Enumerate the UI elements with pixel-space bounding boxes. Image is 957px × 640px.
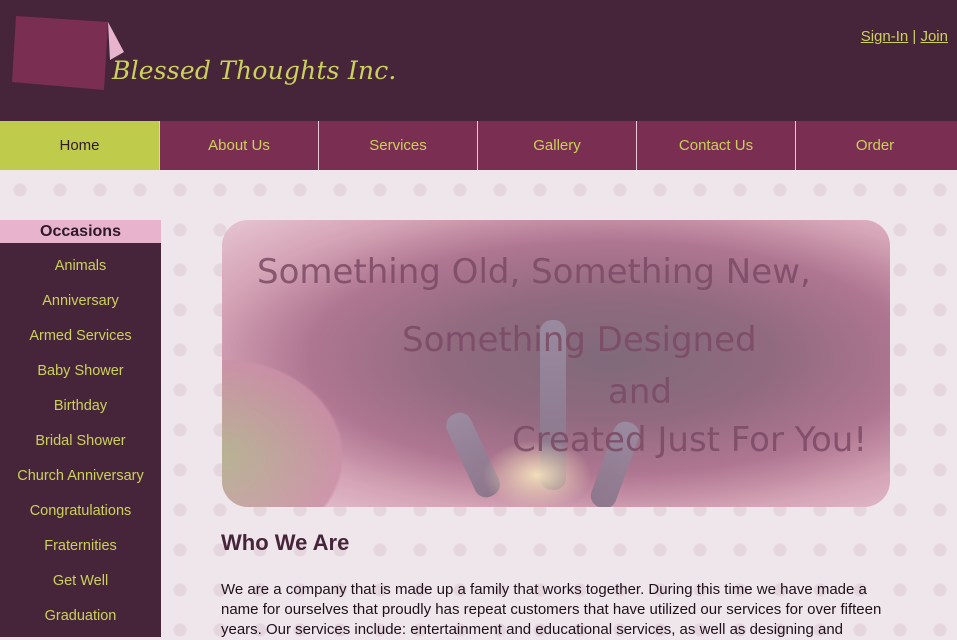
nav-contact-us[interactable]: Contact Us: [636, 121, 795, 170]
sidebar-item-bridal-shower[interactable]: Bridal Shower: [0, 424, 161, 459]
sidebar-item-graduation[interactable]: Graduation: [0, 599, 161, 634]
sidebar-item-church-anniversary[interactable]: Church Anniversary: [0, 459, 161, 494]
sidebar-item-animals[interactable]: Animals: [0, 249, 161, 284]
nav-order[interactable]: Order: [795, 121, 954, 170]
sign-in-link[interactable]: Sign-In: [861, 28, 909, 45]
occasions-heading: Occasions: [0, 220, 161, 243]
auth-links: Sign-In | Join: [861, 28, 948, 45]
hero-line-2: Something Designed: [402, 320, 757, 360]
occasions-list: Animals Anniversary Armed Services Baby …: [0, 249, 161, 634]
nav-home[interactable]: Home: [0, 121, 159, 170]
sidebar-item-get-well[interactable]: Get Well: [0, 564, 161, 599]
nav-about-us[interactable]: About Us: [159, 121, 318, 170]
hero-line-1: Something Old, Something New,: [257, 252, 811, 292]
who-we-are-body: We are a company that is made up a famil…: [221, 581, 882, 638]
sidebar-item-congratulations[interactable]: Congratulations: [0, 494, 161, 529]
hero-line-4: Created Just For You!: [512, 420, 867, 460]
who-we-are-title: Who We Are: [221, 530, 350, 555]
sidebar-item-fraternities[interactable]: Fraternities: [0, 529, 161, 564]
sidebar-item-baby-shower[interactable]: Baby Shower: [0, 354, 161, 389]
sidebar-item-armed-services[interactable]: Armed Services: [0, 319, 161, 354]
occasions-sidebar: Occasions Animals Anniversary Armed Serv…: [0, 220, 161, 637]
auth-separator: |: [908, 28, 921, 45]
hero-line-3: and: [608, 372, 672, 412]
join-link[interactable]: Join: [920, 28, 948, 45]
main-nav: Home About Us Services Gallery Contact U…: [0, 121, 957, 170]
site-logo-text[interactable]: Blessed Thoughts Inc.: [112, 56, 397, 85]
site-header: Blessed Thoughts Inc. Sign-In | Join: [0, 0, 957, 121]
sidebar-item-anniversary[interactable]: Anniversary: [0, 284, 161, 319]
nav-services[interactable]: Services: [318, 121, 477, 170]
hero-banner: Something Old, Something New, Something …: [222, 220, 890, 507]
sidebar-item-birthday[interactable]: Birthday: [0, 389, 161, 424]
nav-gallery[interactable]: Gallery: [477, 121, 636, 170]
